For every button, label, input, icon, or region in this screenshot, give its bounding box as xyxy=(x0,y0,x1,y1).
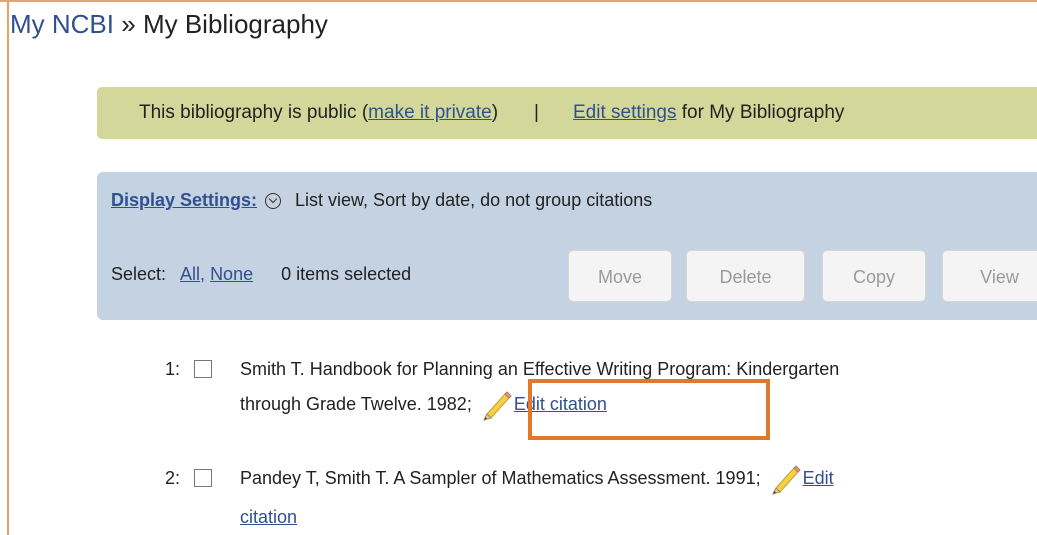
frame-top-border xyxy=(0,0,1037,2)
citation-number: 2: xyxy=(164,468,180,488)
edit-settings-suffix: for My Bibliography xyxy=(676,102,845,123)
pencil-icon[interactable] xyxy=(767,462,801,496)
citation-checkbox[interactable] xyxy=(194,469,212,487)
public-status-bar: This bibliography is public (make it pri… xyxy=(97,87,1037,139)
display-settings-link[interactable]: Display Settings: xyxy=(111,190,257,210)
public-bar-divider: | xyxy=(534,102,539,123)
citation-text-line2-content: through Grade Twelve. 1982; xyxy=(240,394,472,414)
citation-text-line2: citation xyxy=(240,500,297,534)
edit-citation-link-continued[interactable]: citation xyxy=(240,507,297,527)
public-status-close-paren: ) xyxy=(491,102,499,123)
page-title: My Bibliography xyxy=(142,9,328,39)
selection-row: Select: All, None 0 items selected xyxy=(111,262,411,286)
delete-button[interactable]: Delete xyxy=(686,250,805,302)
display-settings-summary: List view, Sort by date, do not group ci… xyxy=(295,190,653,210)
display-settings-panel: Display Settings: List view, Sort by date… xyxy=(97,172,1037,320)
move-button[interactable]: Move xyxy=(568,250,672,302)
citation-number: 1: xyxy=(164,359,180,379)
select-all-link[interactable]: All, xyxy=(180,264,205,284)
breadcrumb-separator: » xyxy=(121,9,136,39)
citation-checkbox[interactable] xyxy=(194,360,212,378)
display-settings-row: Display Settings: List view, Sort by date… xyxy=(111,188,652,212)
edit-citation-link[interactable]: Edit xyxy=(803,468,834,488)
view-button[interactable]: View xyxy=(942,250,1037,302)
pencil-icon[interactable] xyxy=(478,388,512,422)
breadcrumb-my-ncbi-link[interactable]: My NCBI xyxy=(10,9,114,39)
frame-left-border xyxy=(7,0,9,535)
chevron-down-circle-icon[interactable] xyxy=(265,193,282,209)
select-none-link[interactable]: None xyxy=(210,264,253,284)
breadcrumb: My NCBI » My Bibliography xyxy=(10,8,328,40)
citation-text-line1: Pandey T, Smith T. A Sampler of Mathemat… xyxy=(240,461,834,496)
selection-count: 0 items selected xyxy=(281,264,412,284)
copy-button[interactable]: Copy xyxy=(822,250,926,302)
edit-citation-highlight xyxy=(528,379,770,440)
edit-settings-link[interactable]: Edit settings xyxy=(573,102,677,123)
make-private-link[interactable]: make it private xyxy=(368,102,492,123)
citation-text-line1-content: Pandey T, Smith T. A Sampler of Mathemat… xyxy=(240,468,761,488)
select-label: Select: xyxy=(111,264,167,284)
public-status-text: This bibliography is public ( xyxy=(139,102,369,123)
